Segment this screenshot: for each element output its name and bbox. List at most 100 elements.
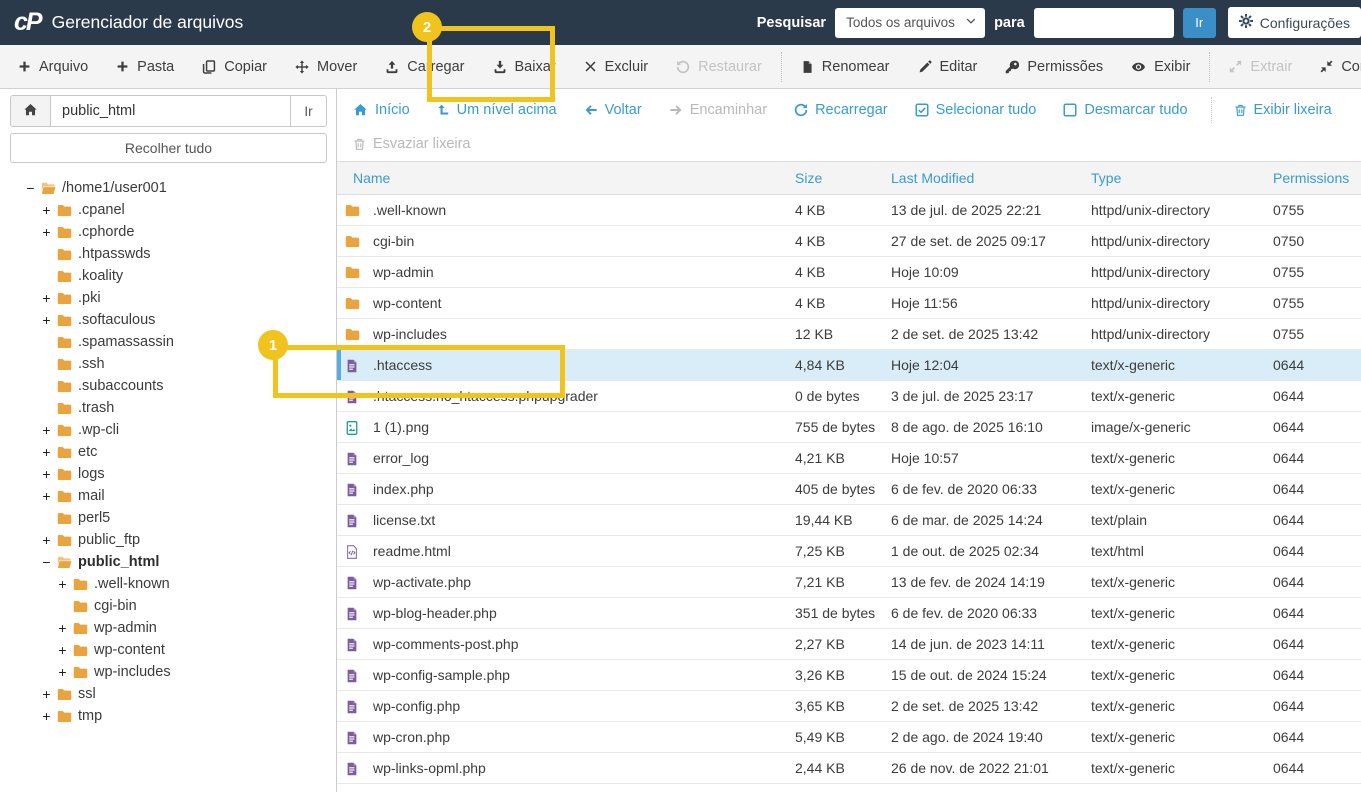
file-row-error-log[interactable]: error_log 4,21 KB Hoje 10:57 text/x-generic… xyxy=(337,442,1361,474)
file-row-wp-admin[interactable]: wp-admin 4 KB Hoje 10:09 httpd/unix-directo… xyxy=(337,256,1361,288)
expand-toggle[interactable]: + xyxy=(40,488,53,504)
expand-toggle[interactable]: − xyxy=(40,554,53,570)
file-row-index-php[interactable]: index.php 405 de bytes 6 de fev. de 2020 0… xyxy=(337,473,1361,505)
tree-item-ssh[interactable]: .ssh xyxy=(10,353,327,375)
nav-link-inicio[interactable]: Início xyxy=(353,102,410,118)
tree-item-etc[interactable]: + etc xyxy=(10,441,327,463)
file-row-license-txt[interactable]: license.txt 19,44 KB 6 de mar. de 2025 14:… xyxy=(337,504,1361,536)
file-row-wp-config-sample-php[interactable]: wp-config-sample.php 3,26 KB 15 de out. de… xyxy=(337,659,1361,691)
expand-toggle[interactable]: + xyxy=(40,202,53,218)
tree-item-softaculous[interactable]: + .softaculous xyxy=(10,309,327,331)
file-row-wp-comments-post-php[interactable]: wp-comments-post.php 2,27 KB 14 de jun. de… xyxy=(337,628,1361,660)
toolbar-button-baixar[interactable]: Baixar xyxy=(479,45,570,88)
file-row-1-1-png[interactable]: 1 (1).png 755 de bytes 8 de ago. de 2025 1… xyxy=(337,411,1361,443)
tree-item-cgi-bin[interactable]: cgi-bin xyxy=(10,595,327,617)
file-row-wp-blog-header-php[interactable]: wp-blog-header.php 351 de bytes 6 de fev. … xyxy=(337,597,1361,629)
path-go-button[interactable]: Ir xyxy=(290,96,326,126)
tree-item-wp-includes[interactable]: + wp-includes xyxy=(10,661,327,683)
file-row-wp-activate-php[interactable]: wp-activate.php 7,21 KB 13 de fev. de 2024… xyxy=(337,566,1361,598)
toolbar-button-mover[interactable]: Mover xyxy=(281,45,371,88)
tree-item-well-known[interactable]: + .well-known xyxy=(10,573,327,595)
toolbar-button-carregar[interactable]: Carregar xyxy=(371,45,478,88)
toolbar-button-restaurar[interactable]: Restaurar xyxy=(662,45,776,88)
expand-toggle[interactable]: + xyxy=(40,466,53,482)
tree-item-subaccounts[interactable]: .subaccounts xyxy=(10,375,327,397)
home-button[interactable] xyxy=(11,96,51,126)
file-row-well-known[interactable]: .well-known 4 KB 13 de jul. de 2025 22:21 h… xyxy=(337,194,1361,226)
toolbar-button-exibir[interactable]: Exibir xyxy=(1117,45,1204,88)
tree-item-cpanel[interactable]: + .cpanel xyxy=(10,199,327,221)
file-row-htaccess[interactable]: .htaccess 4,84 KB Hoje 12:04 text/x-generic… xyxy=(337,349,1361,381)
column-header-name[interactable]: Name xyxy=(337,161,795,195)
toolbar-button-pasta[interactable]: Pasta xyxy=(102,45,188,88)
expand-toggle[interactable]: + xyxy=(40,290,53,306)
expand-toggle[interactable]: + xyxy=(40,532,53,548)
column-header-type[interactable]: Type xyxy=(1091,161,1273,195)
file-row-wp-cron-php[interactable]: wp-cron.php 5,49 KB 2 de ago. de 2024 19:4… xyxy=(337,721,1361,753)
expand-toggle[interactable]: + xyxy=(56,576,69,592)
file-row-cgi-bin[interactable]: cgi-bin 4 KB 27 de set. de 2025 09:17 httpd… xyxy=(337,225,1361,257)
tree-item-ssl[interactable]: + ssl xyxy=(10,683,327,705)
expand-toggle[interactable]: + xyxy=(40,708,53,724)
tree-item-public-ftp[interactable]: + public_ftp xyxy=(10,529,327,551)
search-input[interactable] xyxy=(1033,7,1174,38)
expand-toggle[interactable]: + xyxy=(40,444,53,460)
nav-link-um-nivel-acima[interactable]: Um nível acima xyxy=(437,102,557,118)
file-row-readme-html[interactable]: readme.html 7,25 KB 1 de out. de 2025 02:3… xyxy=(337,535,1361,567)
toolbar-button-excluir[interactable]: Excluir xyxy=(570,45,663,88)
tree-item-perl5[interactable]: perl5 xyxy=(10,507,327,529)
tree-item-cphorde[interactable]: + .cphorde xyxy=(10,221,327,243)
tree-item-htpasswds[interactable]: .htpasswds xyxy=(10,243,327,265)
tree-item-trash[interactable]: .trash xyxy=(10,397,327,419)
search-go-button[interactable]: Ir xyxy=(1182,7,1216,38)
path-input[interactable] xyxy=(51,96,290,126)
nav-link-recarregar[interactable]: Recarregar xyxy=(794,102,888,118)
column-header-permissions[interactable]: Permissions xyxy=(1273,161,1361,195)
tree-item-public-html[interactable]: − public_html xyxy=(10,551,327,573)
nav-link-voltar[interactable]: Voltar xyxy=(584,102,642,118)
expand-toggle[interactable]: + xyxy=(56,642,69,658)
tree-item-logs[interactable]: + logs xyxy=(10,463,327,485)
nav-link-desmarcar-tudo[interactable]: Desmarcar tudo xyxy=(1063,102,1188,118)
tree-item-wp-cli[interactable]: + .wp-cli xyxy=(10,419,327,441)
toolbar-button-renomear[interactable]: Renomear xyxy=(787,45,904,88)
file-row-wp-links-opml-php[interactable]: wp-links-opml.php 2,44 KB 26 de nov. de 20… xyxy=(337,752,1361,784)
toolbar-button-permissoes[interactable]: Permissões xyxy=(991,45,1117,88)
toolbar-button-extrair[interactable]: Extrair xyxy=(1215,45,1306,88)
expand-toggle[interactable]: + xyxy=(40,312,53,328)
expand-toggle[interactable]: + xyxy=(40,686,53,702)
nav-link-exibir-lixeira[interactable]: Exibir lixeira xyxy=(1234,102,1332,118)
file-row-wp-includes[interactable]: wp-includes 12 KB 2 de set. de 2025 13:42 h… xyxy=(337,318,1361,350)
move-icon xyxy=(295,59,309,74)
tree-item-mail[interactable]: + mail xyxy=(10,485,327,507)
tree-item-koality[interactable]: .koality xyxy=(10,265,327,287)
toolbar-button-compactar[interactable]: Compactar xyxy=(1306,45,1361,88)
expand-toggle[interactable]: + xyxy=(40,422,53,438)
toolbar-button-copiar[interactable]: Copiar xyxy=(188,45,281,88)
column-header-size[interactable]: Size xyxy=(795,161,891,195)
toolbar-button-editar[interactable]: Editar xyxy=(904,45,992,88)
tree-item-wp-admin[interactable]: + wp-admin xyxy=(10,617,327,639)
tree-item-pki[interactable]: + .pki xyxy=(10,287,327,309)
column-header-last-modified[interactable]: Last Modified xyxy=(891,161,1091,195)
file-row-wp-content[interactable]: wp-content 4 KB Hoje 11:56 httpd/unix-direc… xyxy=(337,287,1361,319)
settings-button[interactable]: Configurações xyxy=(1227,7,1361,38)
file-row-htaccess-no-htaccess-phpupgrader[interactable]: .htaccess.no_htaccess.phpupgrader 0 de by… xyxy=(337,380,1361,412)
expand-toggle[interactable]: + xyxy=(56,620,69,636)
search-scope-select[interactable]: Todos os arquivos xyxy=(835,7,986,38)
expand-toggle[interactable]: − xyxy=(24,180,37,196)
collapse-all-button[interactable]: Recolher tudo xyxy=(10,133,327,163)
toolbar-button-arquivo[interactable]: Arquivo xyxy=(4,45,102,88)
toolbar-button-label: Copiar xyxy=(224,58,267,75)
expand-toggle[interactable]: + xyxy=(40,224,53,240)
nav-link-encaminhar[interactable]: Encaminhar xyxy=(669,102,767,118)
tree-item-home1-user001[interactable]: − /home1/user001 xyxy=(10,177,327,199)
tree-item-wp-content[interactable]: + wp-content xyxy=(10,639,327,661)
tree-item-spamassassin[interactable]: .spamassassin xyxy=(10,331,327,353)
nav-link-esvaziar-lixeira[interactable]: Esvaziar lixeira xyxy=(353,136,471,152)
tree-item-tmp[interactable]: + tmp xyxy=(10,705,327,727)
file-row-wp-config-php[interactable]: wp-config.php 3,65 KB 2 de set. de 2025 13… xyxy=(337,690,1361,722)
expand-toggle[interactable]: + xyxy=(56,664,69,680)
nav-link-selecionar-tudo[interactable]: Selecionar tudo xyxy=(915,102,1036,118)
file-size: 4 KB xyxy=(795,194,891,226)
